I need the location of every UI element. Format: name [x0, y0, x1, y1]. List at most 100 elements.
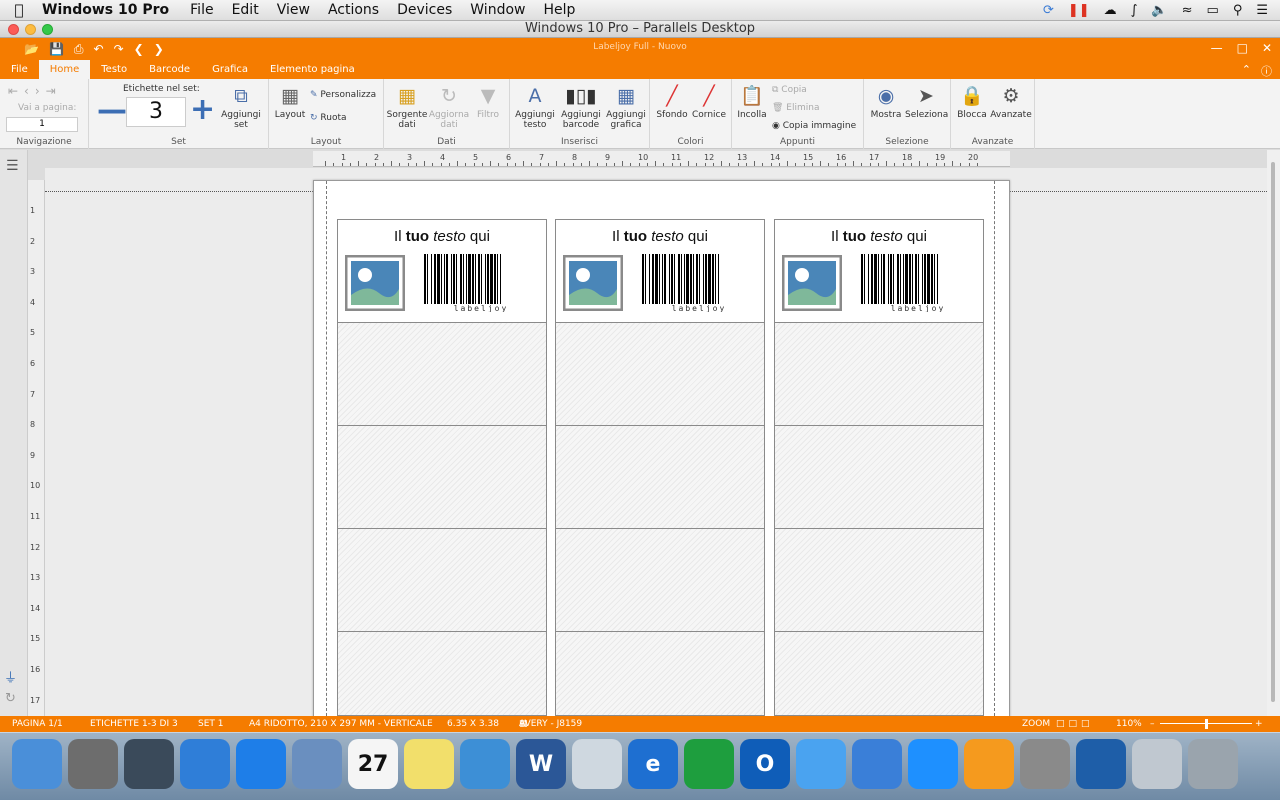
- label-cell[interactable]: Il tuo testo qui labeljoy: [774, 219, 984, 323]
- windows-pc-icon[interactable]: [572, 739, 622, 789]
- zoom-page-icons[interactable]: □□□: [1056, 716, 1094, 732]
- forward-icon[interactable]: ❯: [154, 42, 164, 57]
- label-cell[interactable]: Il tuo testo qui labeljoy: [555, 219, 765, 323]
- quicktime-icon[interactable]: [1076, 739, 1126, 789]
- sync-icon[interactable]: ⟳: [1043, 3, 1054, 18]
- empty-label-cell[interactable]: [555, 631, 765, 716]
- wifi-icon[interactable]: ≈: [1182, 3, 1193, 18]
- menu-devices[interactable]: Devices: [388, 2, 461, 18]
- zoom-in-button[interactable]: +: [1255, 716, 1263, 732]
- trash-icon[interactable]: [1188, 739, 1238, 789]
- tab-testo[interactable]: Testo: [90, 60, 138, 79]
- launchpad-icon[interactable]: [68, 739, 118, 789]
- bluetooth-icon[interactable]: ∫: [1131, 3, 1138, 18]
- add-set-button[interactable]: ⧉ Aggiungi set: [217, 85, 265, 130]
- close-window-button[interactable]: [8, 24, 19, 35]
- lock-button[interactable]: 🔒 Blocca: [954, 85, 990, 120]
- parallels-icon[interactable]: ❚❚: [1068, 3, 1090, 18]
- menu-view[interactable]: View: [268, 2, 319, 18]
- border-button[interactable]: ╱ Cornice: [690, 85, 728, 120]
- minimize-window-button[interactable]: [25, 24, 36, 35]
- photo-booth-icon[interactable]: [124, 739, 174, 789]
- save-icon[interactable]: 💾: [49, 42, 64, 57]
- close-icon[interactable]: ✕: [1262, 41, 1272, 55]
- app-store-icon[interactable]: [236, 739, 286, 789]
- image-placeholder-icon[interactable]: [563, 255, 623, 311]
- outlook-icon[interactable]: O: [740, 739, 790, 789]
- label-cell[interactable]: Il tuo testo qui labeljoy: [337, 219, 547, 323]
- filter-button[interactable]: ▼ Filtro: [470, 85, 506, 120]
- empty-label-cell[interactable]: [337, 322, 547, 426]
- zoom-out-button[interactable]: –: [1150, 716, 1155, 732]
- menu-window[interactable]: Window: [461, 2, 534, 18]
- zoom-slider-handle[interactable]: [1205, 719, 1208, 729]
- plug-icon[interactable]: ⏚: [4, 667, 17, 686]
- advanced-button[interactable]: ⚙ Avanzate: [990, 85, 1032, 120]
- undo-icon[interactable]: ↶: [94, 42, 104, 57]
- paste-button[interactable]: 📋 Incolla: [734, 85, 770, 120]
- increase-icon[interactable]: +: [190, 95, 215, 125]
- show-button[interactable]: ◉ Mostra: [867, 85, 905, 120]
- tab-elemento-pagina[interactable]: Elemento pagina: [259, 60, 366, 79]
- tab-barcode[interactable]: Barcode: [138, 60, 201, 79]
- apple-menu-icon[interactable]: : [0, 1, 38, 19]
- menu-edit[interactable]: Edit: [223, 2, 268, 18]
- page-navigation-arrows[interactable]: ⇤‹›⇥: [8, 84, 62, 98]
- internet-explorer-icon[interactable]: e: [628, 739, 678, 789]
- add-graphic-button[interactable]: ▦ Aggiungi grafica: [604, 85, 648, 130]
- windows-icon[interactable]: [908, 739, 958, 789]
- empty-label-cell[interactable]: [555, 322, 765, 426]
- goto-page-input[interactable]: 1: [6, 117, 78, 132]
- notes-icon[interactable]: [404, 739, 454, 789]
- tab-grafica[interactable]: Grafica: [201, 60, 259, 79]
- empty-label-cell[interactable]: [555, 425, 765, 529]
- data-source-button[interactable]: ▦ Sorgente dati: [386, 85, 428, 130]
- layers-icon[interactable]: ☰: [6, 158, 19, 174]
- collapse-ribbon-icon[interactable]: ⌃: [1242, 63, 1251, 79]
- calendar-icon[interactable]: 27: [348, 739, 398, 789]
- decrease-icon[interactable]: —: [97, 96, 127, 126]
- customize-button[interactable]: ✎ Personalizza: [310, 90, 376, 100]
- spotlight-icon[interactable]: ⚲: [1233, 3, 1243, 18]
- select-button[interactable]: ➤ Seleziona: [905, 85, 948, 120]
- barcode-graphic[interactable]: labeljoy: [860, 254, 976, 312]
- label-text[interactable]: Il tuo testo qui: [556, 228, 764, 245]
- volume-icon[interactable]: 🔈: [1151, 3, 1167, 18]
- empty-label-cell[interactable]: [555, 528, 765, 632]
- rotate-button[interactable]: ↻ Ruota: [310, 113, 347, 123]
- menu-help[interactable]: Help: [534, 2, 584, 18]
- background-button[interactable]: ╱ Sfondo: [654, 85, 690, 120]
- barcode-graphic[interactable]: labeljoy: [641, 254, 757, 312]
- menu-file[interactable]: File: [181, 2, 222, 18]
- maximize-icon[interactable]: □: [1237, 41, 1248, 55]
- add-barcode-button[interactable]: ▮▯▮ Aggiungi barcode: [558, 85, 604, 130]
- refresh-icon[interactable]: ↻: [5, 691, 16, 706]
- add-text-button[interactable]: A Aggiungi testo: [512, 85, 558, 130]
- empty-label-cell[interactable]: [774, 631, 984, 716]
- zoom-window-button[interactable]: [42, 24, 53, 35]
- copy-image-button[interactable]: ◉ Copia immagine: [772, 121, 856, 131]
- image-placeholder-icon[interactable]: [345, 255, 405, 311]
- empty-label-cell[interactable]: [774, 425, 984, 529]
- minimize-icon[interactable]: —: [1211, 41, 1223, 55]
- image-placeholder-icon[interactable]: [782, 255, 842, 311]
- preview-icon[interactable]: [460, 739, 510, 789]
- word-icon[interactable]: W: [516, 739, 566, 789]
- back-icon[interactable]: ❮: [134, 42, 144, 57]
- empty-label-cell[interactable]: [774, 322, 984, 426]
- label-text[interactable]: Il tuo testo qui: [338, 228, 546, 245]
- print-icon[interactable]: ⎙: [74, 42, 84, 57]
- label-text[interactable]: Il tuo testo qui: [775, 228, 983, 245]
- tab-home[interactable]: Home: [38, 60, 91, 79]
- barcode-graphic[interactable]: labeljoy: [423, 254, 539, 312]
- open-icon[interactable]: 📂: [24, 42, 39, 57]
- copy-button[interactable]: ⧉ Copia: [772, 85, 807, 95]
- cloud-icon[interactable]: ☁: [1104, 3, 1117, 18]
- battery-icon[interactable]: ▭: [1207, 3, 1219, 18]
- safari-icon[interactable]: [180, 739, 230, 789]
- app-menu[interactable]: Windows 10 Pro: [38, 2, 181, 18]
- empty-label-cell[interactable]: [337, 425, 547, 529]
- notification-center-icon[interactable]: ☰: [1256, 3, 1268, 18]
- refresh-data-button[interactable]: ↻ Aggiorna dati: [428, 85, 470, 130]
- delete-button[interactable]: 🗑 Elimina: [772, 103, 819, 113]
